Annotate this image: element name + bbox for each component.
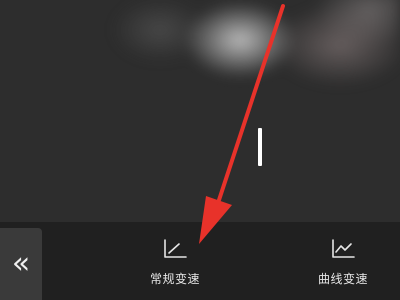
speed-editor-screen: « 常规变速 曲线变速 bbox=[0, 0, 400, 300]
red-annotation-arrow bbox=[199, 4, 285, 244]
